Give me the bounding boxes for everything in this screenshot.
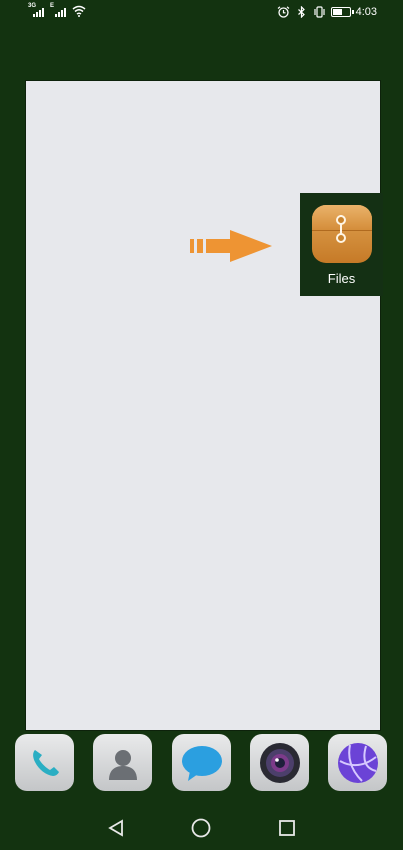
vibrate-icon [313, 6, 325, 18]
home-icon [191, 818, 211, 838]
files-app-label[interactable]: Files [328, 271, 355, 286]
home-screen: 3G E 4:03 Files [0, 0, 403, 850]
contacts-icon [108, 749, 137, 780]
pointer-arrow-icon [190, 230, 272, 262]
recents-button[interactable] [276, 817, 298, 839]
battery-icon [330, 7, 354, 17]
dock-contacts-app[interactable] [93, 734, 152, 791]
dock-camera-app[interactable] [250, 734, 309, 791]
app-dock [0, 733, 403, 791]
dock-browser-app[interactable] [328, 734, 387, 791]
clock: 4:03 [355, 6, 377, 18]
signal-strength-icon-2: E [50, 3, 66, 17]
battery-level [332, 9, 342, 15]
back-button[interactable] [105, 817, 127, 839]
status-left: 3G E [28, 3, 86, 17]
camera-icon [259, 742, 300, 783]
message-icon [181, 745, 222, 781]
dock-phone-app[interactable] [15, 734, 74, 791]
files-app-tile[interactable]: Files [300, 193, 383, 296]
home-panel [25, 80, 381, 731]
navigation-bar [0, 805, 403, 850]
home-button[interactable] [190, 817, 212, 839]
bluetooth-icon [297, 6, 305, 18]
browser-icon [337, 742, 378, 783]
back-icon [108, 819, 123, 837]
alarm-icon [277, 6, 289, 18]
wifi-icon [72, 5, 86, 17]
files-icon[interactable] [311, 205, 372, 263]
recents-icon [279, 820, 295, 836]
status-right: 4:03 [277, 6, 377, 18]
status-bar: 3G E 4:03 [0, 0, 403, 26]
signal-strength-icon: 3G [28, 3, 44, 17]
phone-icon [32, 749, 59, 776]
network-type-label-2: E [50, 3, 55, 9]
dock-messages-app[interactable] [172, 734, 231, 791]
